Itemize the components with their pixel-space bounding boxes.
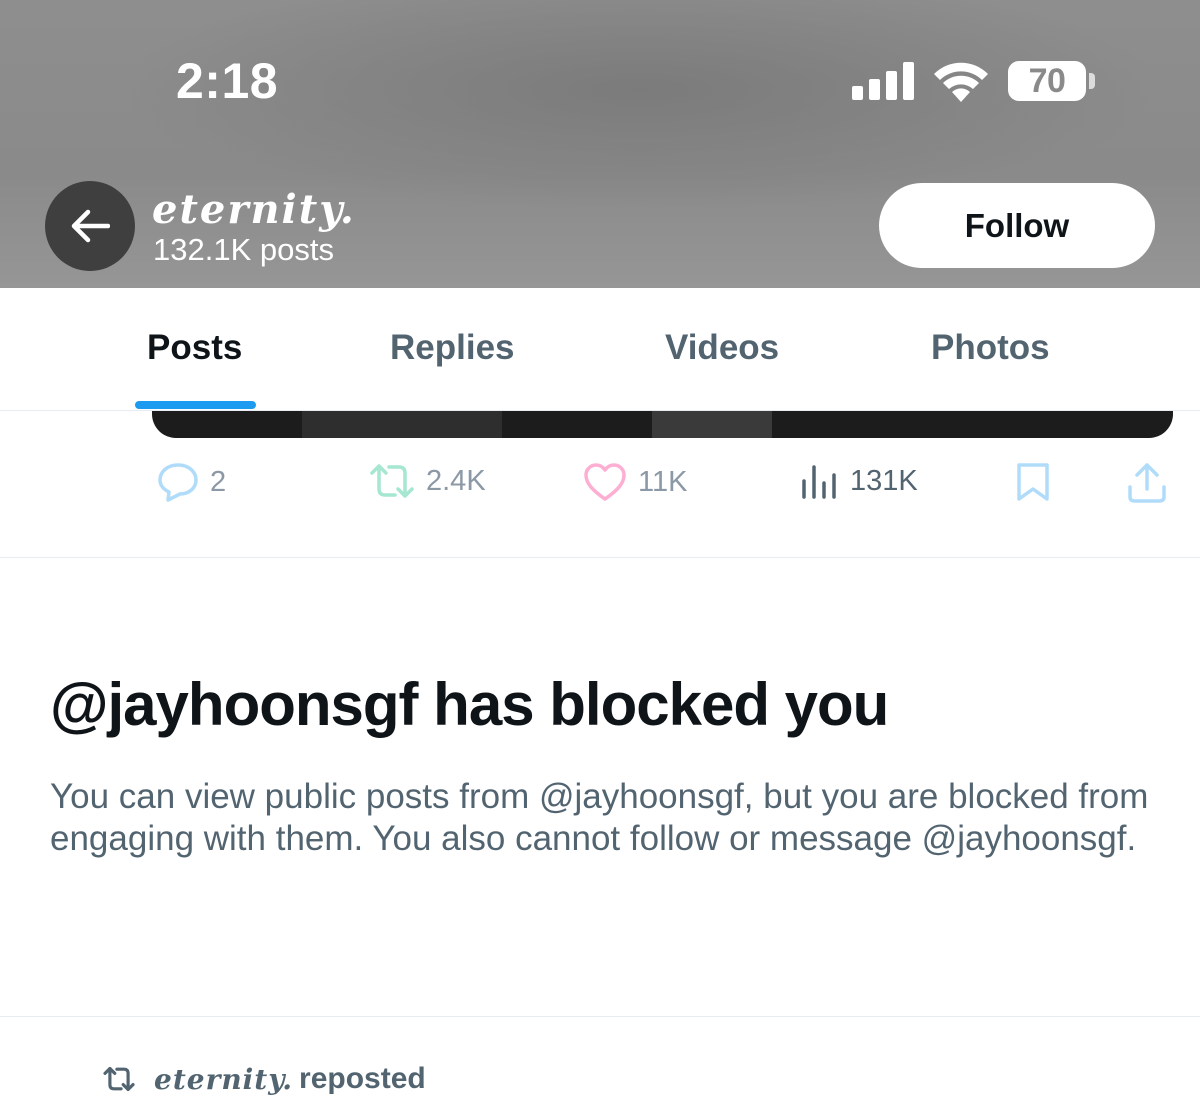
repost-icon bbox=[370, 464, 414, 498]
blocked-title: @jayhoonsgf has blocked you bbox=[50, 671, 889, 738]
share-action[interactable] bbox=[1126, 461, 1168, 505]
tab-videos[interactable]: Videos bbox=[665, 328, 779, 368]
wifi-icon bbox=[934, 62, 988, 102]
profile-header: 2:18 70 eternity. 132.1K posts Follow bbox=[0, 0, 1200, 288]
divider bbox=[0, 557, 1200, 558]
views-icon bbox=[802, 465, 836, 499]
post-media[interactable] bbox=[152, 411, 1173, 438]
like-action[interactable]: 11K bbox=[582, 461, 687, 503]
repost-context[interactable]: eternity. reposted bbox=[102, 1062, 426, 1096]
tab-replies[interactable]: Replies bbox=[390, 328, 515, 368]
view-count: 131K bbox=[850, 464, 918, 497]
share-icon bbox=[1128, 463, 1166, 503]
battery-cap bbox=[1089, 73, 1095, 89]
profile-tabs: Posts Replies Videos Photos bbox=[0, 288, 1200, 411]
account-name: eternity. bbox=[152, 186, 356, 233]
repost-icon bbox=[103, 1066, 135, 1092]
reply-count: 2 bbox=[210, 465, 227, 498]
battery-level: 70 bbox=[1028, 61, 1066, 100]
arrow-left-icon bbox=[71, 209, 110, 243]
cellular-signal-icon bbox=[852, 62, 914, 100]
back-button[interactable] bbox=[45, 181, 135, 271]
post-actions: 2 2.4K 11K 131K bbox=[0, 455, 1200, 515]
active-tab-indicator bbox=[135, 401, 256, 409]
follow-button[interactable]: Follow bbox=[879, 183, 1155, 268]
repost-action[interactable]: 2.4K bbox=[368, 461, 486, 501]
post-count: 132.1K posts bbox=[153, 232, 334, 267]
like-count: 11K bbox=[638, 465, 688, 498]
bookmark-icon bbox=[1017, 463, 1049, 501]
repost-count: 2.4K bbox=[426, 464, 486, 497]
divider bbox=[0, 1016, 1200, 1017]
status-time: 2:18 bbox=[176, 53, 279, 109]
reply-action[interactable]: 2 bbox=[156, 461, 226, 503]
views-action[interactable]: 131K bbox=[800, 461, 918, 501]
battery-icon: 70 bbox=[1008, 61, 1086, 101]
repost-label: reposted bbox=[299, 1062, 426, 1095]
bookmark-action[interactable] bbox=[1014, 461, 1052, 503]
blocked-description: You can view public posts from @jayhoons… bbox=[50, 777, 1149, 858]
repost-account-name: eternity. bbox=[154, 1062, 294, 1096]
tab-posts[interactable]: Posts bbox=[147, 328, 242, 368]
reply-icon bbox=[158, 463, 198, 502]
like-icon bbox=[584, 463, 626, 501]
tab-photos[interactable]: Photos bbox=[931, 328, 1050, 368]
